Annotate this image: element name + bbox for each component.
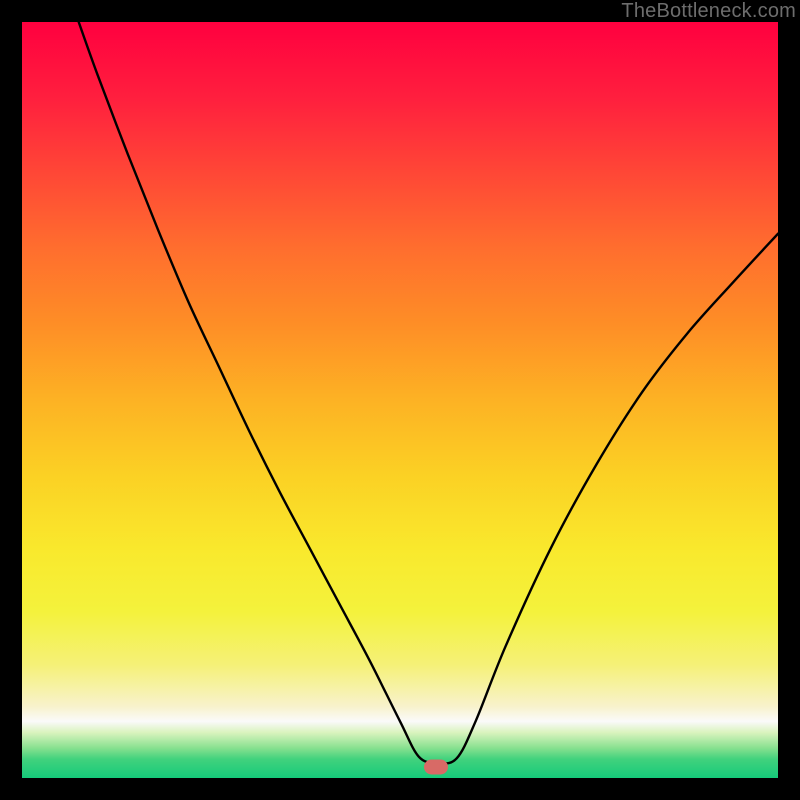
bottleneck-curve: [22, 22, 778, 778]
watermark-text: TheBottleneck.com: [621, 0, 796, 23]
plot-area: [22, 22, 778, 778]
optimum-marker: [424, 759, 448, 774]
chart-frame: TheBottleneck.com: [0, 0, 800, 800]
